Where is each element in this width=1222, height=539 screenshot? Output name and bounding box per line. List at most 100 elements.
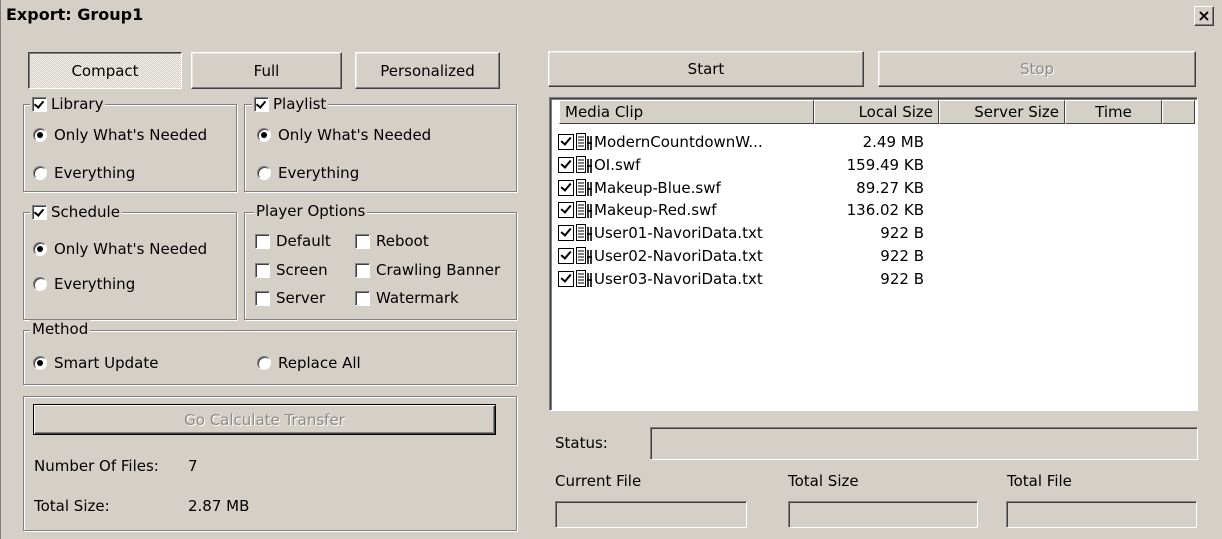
row-media-clip: OI.swf [594, 155, 641, 174]
column-server-size[interactable]: Server Size [939, 100, 1065, 124]
playlist-checkbox[interactable]: Playlist [252, 95, 329, 113]
playlist-checkbox-box[interactable] [254, 96, 269, 112]
schedule-only-needed-radio-dot[interactable] [33, 242, 47, 256]
schedule-only-needed-label: Only What's Needed [54, 240, 208, 258]
column-filler [1162, 100, 1195, 124]
column-time[interactable]: Time [1065, 100, 1162, 124]
default-checkbox[interactable]: Default [255, 232, 331, 250]
file-icon [576, 155, 593, 174]
row-local-size: 922 B [880, 247, 924, 265]
total-file-field [1006, 501, 1197, 528]
crawling-banner-checkbox-box[interactable] [355, 262, 370, 278]
file-icon [576, 201, 593, 219]
table-row[interactable]: ModernCountdownW... 2.49 MB [558, 131, 938, 153]
full-button[interactable]: Full [191, 52, 342, 89]
table-row[interactable]: User02-NavoriData.txt 922 B [558, 245, 938, 267]
column-media-clip[interactable]: Media Clip [559, 100, 814, 124]
replace-all-radio[interactable]: Replace All [257, 354, 361, 372]
table-row[interactable]: User01-NavoriData.txt 922 B [558, 222, 938, 244]
smart-update-radio[interactable]: Smart Update [33, 354, 158, 372]
row-media-clip: User03-NavoriData.txt [594, 269, 763, 288]
row-local-size: 136.02 KB [846, 201, 924, 220]
server-checkbox[interactable]: Server [255, 289, 325, 307]
schedule-only-needed-radio[interactable]: Only What's Needed [33, 240, 207, 258]
library-checkbox[interactable]: Library [30, 95, 106, 113]
playlist-label: Playlist [273, 95, 327, 113]
reboot-checkbox-box[interactable] [355, 233, 370, 249]
smart-update-radio-dot[interactable] [33, 356, 47, 370]
default-checkbox-box[interactable] [255, 233, 270, 249]
screen-checkbox-box[interactable] [255, 262, 270, 278]
total-file-label: Total File [1007, 472, 1072, 490]
library-label: Library [51, 95, 104, 113]
method-label: Method [30, 320, 91, 338]
media-list[interactable]: Media Clip Local Size Server Size Time M… [549, 97, 1198, 411]
screen-checkbox[interactable]: Screen [255, 261, 328, 279]
column-local-size[interactable]: Local Size [814, 100, 939, 124]
player-options-label: Player Options [254, 202, 368, 220]
schedule-checkbox-box[interactable] [32, 204, 47, 220]
file-icon [576, 247, 593, 265]
crawling-banner-checkbox[interactable]: Crawling Banner [355, 261, 500, 279]
table-row[interactable]: Makeup-Blue.swf 89.27 KB [558, 177, 938, 199]
go-calculate-transfer-button[interactable]: Go Calculate Transfer [33, 404, 496, 435]
row-checkbox[interactable] [558, 179, 574, 196]
file-icon [576, 224, 593, 242]
row-local-size: 159.49 KB [846, 155, 924, 174]
playlist-everything-radio[interactable]: Everything [257, 164, 359, 182]
reboot-label: Reboot [376, 232, 429, 250]
row-checkbox[interactable] [558, 134, 574, 150]
row-checkbox[interactable] [558, 202, 574, 219]
schedule-everything-radio[interactable]: Everything [33, 275, 135, 293]
personalized-button[interactable]: Personalized [355, 52, 500, 89]
default-label: Default [276, 232, 331, 250]
smart-update-label: Smart Update [54, 354, 159, 372]
watermark-checkbox-box[interactable] [355, 290, 370, 306]
row-media-clip: Makeup-Red.swf [594, 201, 717, 220]
start-button[interactable]: Start [548, 51, 864, 87]
library-only-needed-radio-dot[interactable] [33, 128, 47, 142]
screen-label: Screen [276, 261, 328, 279]
total-size-value: 2.87 MB [188, 497, 250, 515]
total-size-status-label: Total Size [788, 472, 859, 490]
library-everything-radio-dot[interactable] [33, 166, 47, 180]
replace-all-radio-dot[interactable] [257, 356, 271, 370]
server-checkbox-box[interactable] [255, 290, 270, 306]
row-checkbox[interactable] [558, 156, 574, 173]
row-checkbox[interactable] [558, 225, 574, 242]
total-size-label: Total Size: [34, 497, 110, 515]
number-of-files-value: 7 [188, 457, 198, 475]
playlist-everything-label: Everything [278, 164, 360, 182]
library-everything-label: Everything [54, 164, 136, 182]
schedule-checkbox[interactable]: Schedule [30, 203, 122, 221]
number-of-files-label: Number Of Files: [34, 457, 159, 475]
close-button[interactable]: × [1194, 6, 1214, 26]
schedule-everything-radio-dot[interactable] [33, 277, 47, 291]
compact-button[interactable]: Compact [28, 52, 182, 89]
row-media-clip: Makeup-Blue.swf [594, 178, 721, 197]
table-row[interactable]: User03-NavoriData.txt 922 B [558, 268, 938, 290]
playlist-only-needed-radio[interactable]: Only What's Needed [257, 126, 431, 144]
row-local-size: 922 B [880, 269, 924, 288]
row-local-size: 89.27 KB [856, 178, 924, 197]
replace-all-label: Replace All [278, 354, 361, 372]
library-checkbox-box[interactable] [32, 96, 47, 112]
file-icon [576, 269, 593, 288]
current-file-label: Current File [555, 472, 642, 490]
table-row[interactable]: OI.swf 159.49 KB [558, 154, 938, 176]
reboot-checkbox[interactable]: Reboot [355, 232, 429, 250]
stop-button[interactable]: Stop [878, 51, 1196, 87]
watermark-checkbox[interactable]: Watermark [355, 289, 459, 307]
table-row[interactable]: Makeup-Red.swf 136.02 KB [558, 199, 938, 221]
row-checkbox[interactable] [558, 248, 574, 264]
library-everything-radio[interactable]: Everything [33, 164, 135, 182]
file-icon [576, 133, 593, 151]
playlist-only-needed-radio-dot[interactable] [257, 128, 271, 142]
status-field [650, 427, 1198, 460]
row-media-clip: ModernCountdownW... [594, 133, 763, 151]
server-label: Server [276, 289, 326, 307]
schedule-label: Schedule [51, 203, 120, 221]
row-checkbox[interactable] [558, 270, 574, 287]
library-only-needed-radio[interactable]: Only What's Needed [33, 126, 207, 144]
playlist-everything-radio-dot[interactable] [257, 166, 271, 180]
